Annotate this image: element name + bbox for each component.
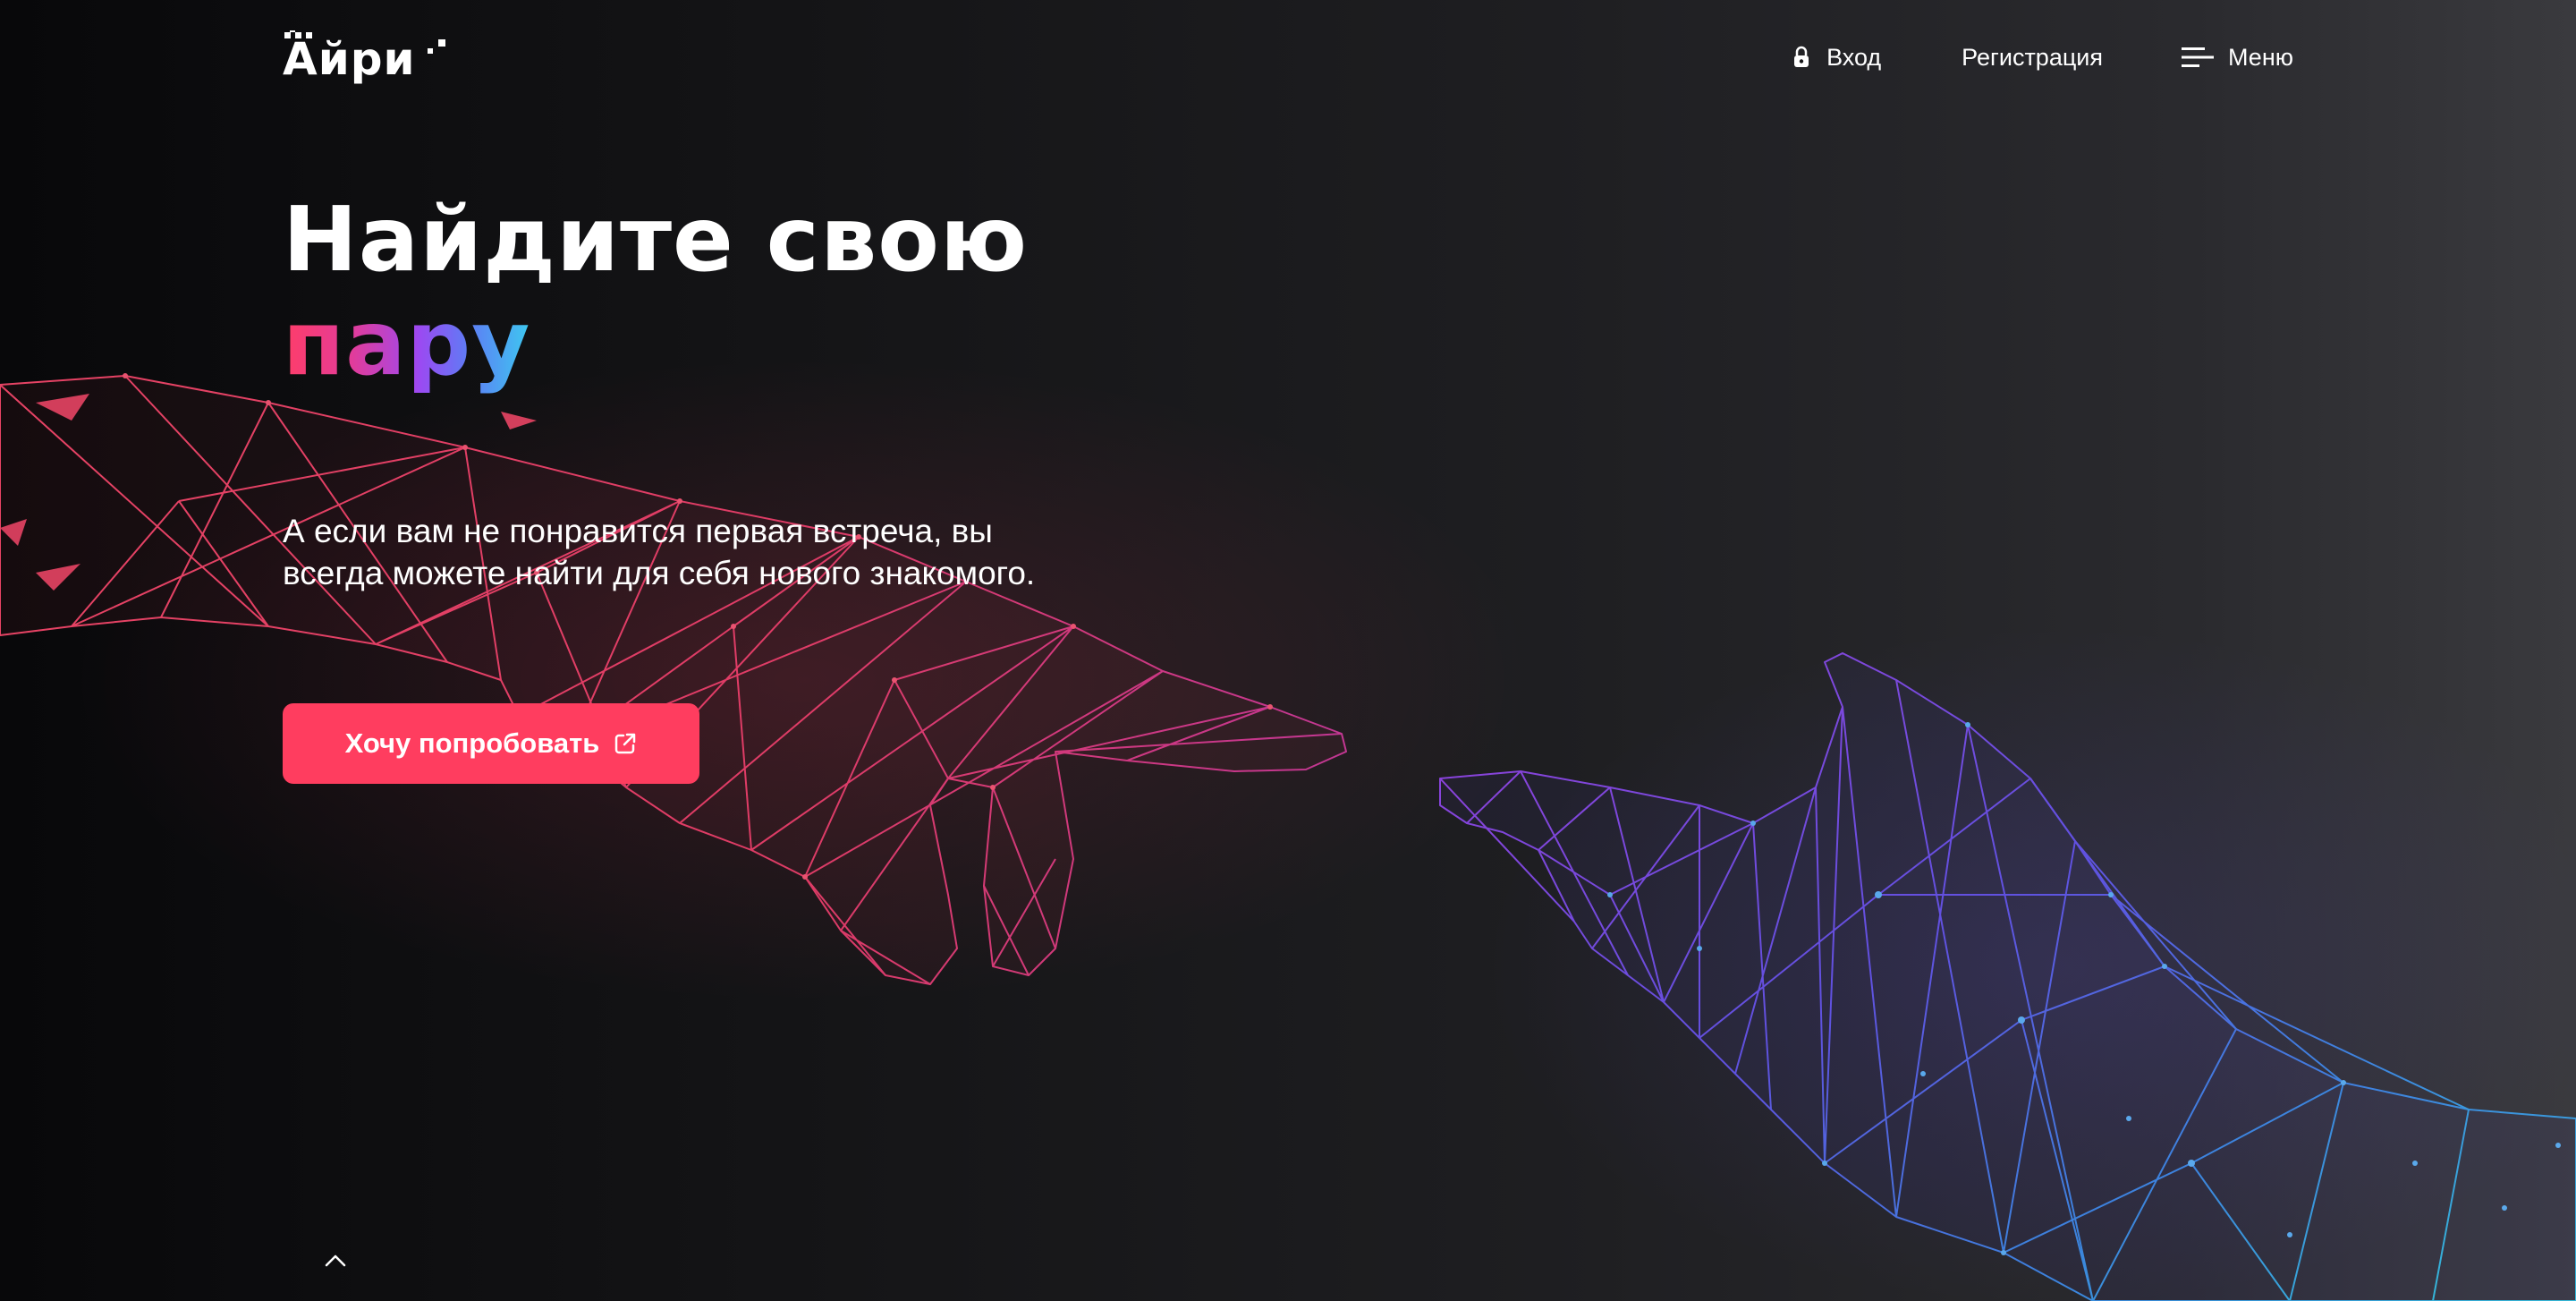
hero-title-accent: пару [283,291,531,395]
register-label: Регистрация [1962,43,2104,71]
logo-pixel-mark-icon [284,30,445,54]
external-link-icon [615,733,636,754]
site-header: Айри Вход Регистрация Меню [283,30,2293,85]
login-label: Вход [1826,43,1882,71]
register-link[interactable]: Регистрация [1962,44,2103,72]
menu-button[interactable]: Меню [2182,44,2293,72]
main-nav: Вход Регистрация Меню [1792,30,2293,84]
hamburger-menu-icon [2182,47,2215,67]
hero-description: А если вам не понравится первая встреча,… [283,513,1036,591]
hero-title-line: Найдите свою [283,187,1029,292]
landing-page: Айри Вход Регистрация Меню Найдите свою … [0,0,2576,1301]
try-now-label: Хочу попробовать [344,727,600,759]
login-link[interactable]: Вход [1792,44,1881,72]
lock-icon [1794,46,1809,67]
try-now-button[interactable]: Хочу попробовать [283,703,699,784]
chevron-up-icon[interactable] [320,1249,351,1272]
hero-title: Найдите свою пару [283,188,1028,395]
menu-label: Меню [2228,43,2293,71]
